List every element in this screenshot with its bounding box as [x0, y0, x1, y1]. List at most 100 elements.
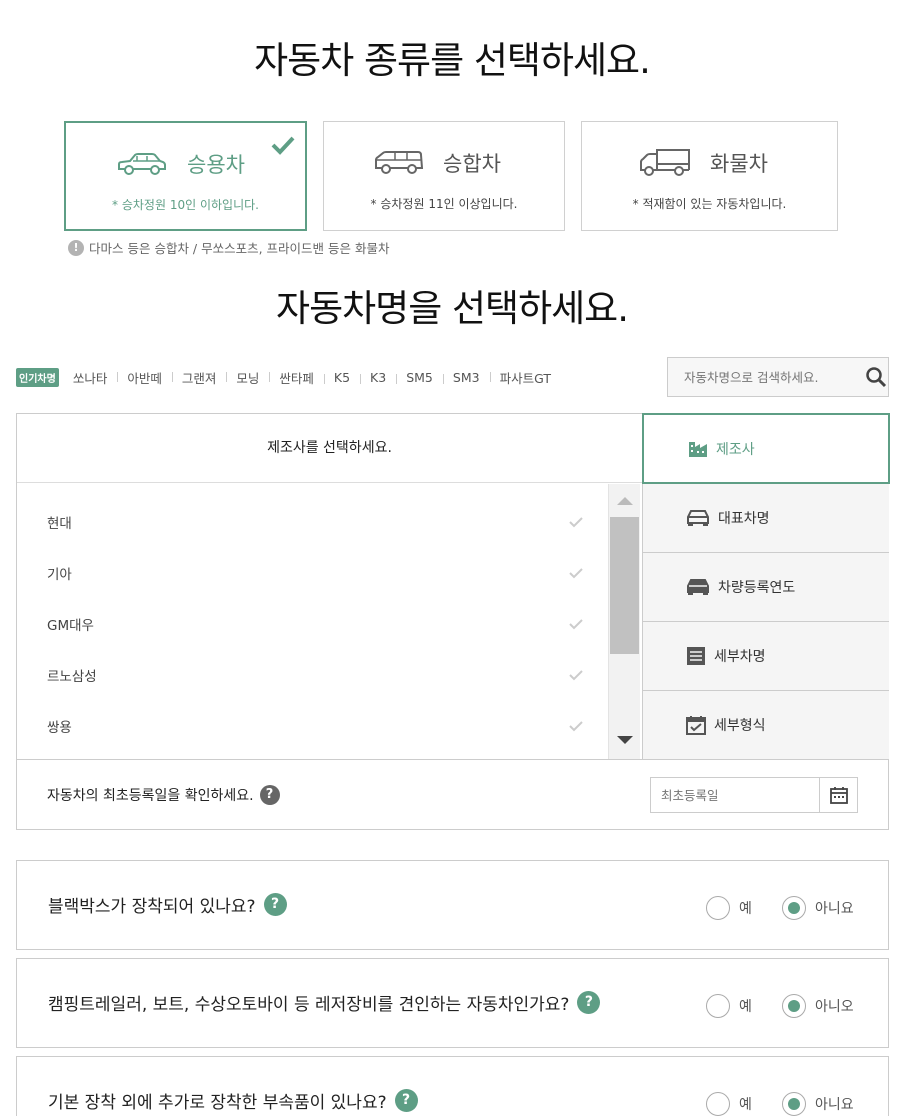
- scroll-down-icon[interactable]: [617, 735, 633, 745]
- help-icon[interactable]: ?: [394, 1089, 418, 1112]
- answer-no[interactable]: 아니요: [782, 896, 854, 920]
- popular-car-link[interactable]: 아반떼: [117, 368, 172, 387]
- vehicle-type-desc: * 적재함이 있는 자동차입니다.: [632, 197, 787, 211]
- vehicle-type-desc: * 승차정원 10인 이하입니다.: [112, 198, 259, 212]
- answer-no-label: 아니오: [815, 999, 854, 1015]
- tab-representative-name[interactable]: 대표차명: [643, 484, 889, 553]
- tab-detail-type[interactable]: 세부형식: [643, 691, 889, 760]
- answer-yes[interactable]: 예: [706, 896, 752, 920]
- building-icon: [689, 441, 707, 457]
- question-text: 기본 장착 외에 추가로 장착한 부속품이 있나요? ?: [48, 1088, 418, 1113]
- popular-car-link[interactable]: SM3: [442, 370, 490, 385]
- tab-maker[interactable]: 제조사: [642, 413, 890, 484]
- car-icon: [687, 510, 709, 526]
- car-name-title: 자동차명을 선택하세요.: [276, 287, 629, 330]
- maker-item[interactable]: 르노삼성: [47, 649, 583, 700]
- answer-no-label: 아니요: [815, 1097, 854, 1113]
- truck-icon: [640, 149, 690, 176]
- type-notice-text: 다마스 등은 승합차 / 무쏘스포츠, 프라이드밴 등은 화물차: [89, 241, 390, 256]
- answer-no[interactable]: 아니요: [782, 1092, 854, 1116]
- popular-badge: 인기차명: [16, 368, 59, 387]
- first-registration-row: 자동차의 최초등록일을 확인하세요. ?: [17, 759, 888, 829]
- vehicle-type-card-van[interactable]: 승합차 * 승차정원 11인 이상입니다.: [323, 121, 565, 231]
- scroll-thumb[interactable]: [610, 517, 639, 654]
- question-label: 블랙박스가 장착되어 있나요?: [48, 897, 256, 917]
- popular-car-names: 인기차명 쏘나타 아반떼 그랜져 모닝 싼타페 K5 K3 SM5 SM3 파사…: [16, 368, 561, 387]
- radio-yes[interactable]: [706, 896, 730, 920]
- van-icon: [375, 151, 424, 174]
- radio-yes[interactable]: [706, 1092, 730, 1116]
- check-icon: [569, 516, 583, 527]
- car-search-box: [667, 357, 889, 397]
- popular-car-link[interactable]: 그랜져: [171, 368, 227, 387]
- popular-car-link[interactable]: 쏘나타: [73, 368, 118, 387]
- answer-no[interactable]: 아니오: [782, 994, 854, 1018]
- popular-car-link[interactable]: K3: [360, 370, 396, 385]
- question-blackbox: 블랙박스가 장착되어 있나요? ? 예 아니요: [16, 860, 889, 950]
- maker-list-scrollbar[interactable]: [608, 484, 640, 759]
- maker-item[interactable]: 쌍용: [47, 700, 583, 751]
- maker-name: 현대: [47, 515, 72, 532]
- maker-name: 기아: [47, 566, 72, 583]
- search-icon[interactable]: [865, 366, 887, 388]
- help-icon[interactable]: ?: [263, 893, 287, 916]
- scroll-up-icon[interactable]: [617, 496, 633, 506]
- radio-no[interactable]: [782, 1092, 806, 1116]
- first-registration-input[interactable]: [651, 778, 819, 812]
- vehicle-type-name: 화물차: [710, 152, 768, 176]
- maker-name: 르노삼성: [47, 668, 97, 685]
- help-icon[interactable]: ?: [577, 991, 601, 1014]
- maker-item[interactable]: 현대: [47, 496, 583, 547]
- tab-label: 차량등록연도: [718, 580, 796, 596]
- question-text: 블랙박스가 장착되어 있나요? ?: [48, 892, 287, 917]
- answer-yes-label: 예: [739, 1097, 752, 1113]
- check-icon: [569, 720, 583, 731]
- check-icon: [569, 567, 583, 578]
- radio-yes[interactable]: [706, 994, 730, 1018]
- popular-car-link[interactable]: 파사트GT: [489, 368, 561, 387]
- tab-detail-name[interactable]: 세부차명: [643, 622, 889, 691]
- maker-list: 현대 기아 GM대우 르노삼성 쌍용: [17, 484, 607, 759]
- tab-registration-year[interactable]: 차량등록연도: [643, 553, 889, 622]
- tab-label: 세부차명: [714, 649, 766, 665]
- exclamation-icon: !: [68, 239, 84, 256]
- popular-car-link[interactable]: 모닝: [226, 368, 269, 387]
- answer-yes[interactable]: 예: [706, 1092, 752, 1116]
- maker-name: 쌍용: [47, 719, 72, 736]
- question-towing: 캠핑트레일러, 보트, 수상오토바이 등 레저장비를 견인하는 자동차인가요? …: [16, 958, 889, 1048]
- selection-steps: 제조사 대표차명 차량등록연도 세부차명 세부형식: [642, 413, 890, 760]
- popular-car-link[interactable]: SM5: [396, 370, 443, 385]
- vehicle-type-name: 승합차: [443, 152, 501, 176]
- list-icon: [687, 647, 705, 665]
- popular-car-link[interactable]: 싼타페: [269, 368, 324, 387]
- check-icon: [569, 618, 583, 629]
- car-search-input[interactable]: [684, 369, 859, 385]
- answer-no-label: 아니요: [815, 901, 854, 917]
- radio-no[interactable]: [782, 994, 806, 1018]
- question-accessories: 기본 장착 외에 추가로 장착한 부속품이 있나요? ? 예 아니요: [16, 1056, 889, 1116]
- vehicle-type-name: 승용차: [187, 153, 245, 177]
- question-label: 기본 장착 외에 추가로 장착한 부속품이 있나요?: [48, 1093, 387, 1113]
- calendar-button[interactable]: [819, 778, 857, 812]
- radio-no[interactable]: [782, 896, 806, 920]
- first-registration-text: 자동차의 최초등록일을 확인하세요.: [47, 788, 254, 804]
- maker-name: GM대우: [47, 617, 94, 634]
- maker-panel-header: 제조사를 선택하세요.: [17, 414, 642, 483]
- calendar-icon: [829, 787, 848, 804]
- car-selection-panel: 제조사를 선택하세요. 현대 기아 GM대우 르노삼성 쌍용 제조사 대표차명 …: [16, 413, 890, 830]
- check-icon: [271, 136, 295, 155]
- question-text: 캠핑트레일러, 보트, 수상오토바이 등 레저장비를 견인하는 자동차인가요? …: [48, 990, 601, 1015]
- vehicle-type-card-sedan[interactable]: 승용차 * 승차정원 10인 이하입니다.: [64, 121, 307, 231]
- maker-item[interactable]: GM대우: [47, 598, 583, 649]
- calendar-check-icon: [686, 716, 706, 735]
- answer-yes-label: 예: [739, 999, 752, 1015]
- maker-item[interactable]: 기아: [47, 547, 583, 598]
- answer-yes-label: 예: [739, 901, 752, 917]
- type-notice: ! 다마스 등은 승합차 / 무쏘스포츠, 프라이드밴 등은 화물차: [68, 238, 390, 257]
- answer-yes[interactable]: 예: [706, 994, 752, 1018]
- help-icon[interactable]: ?: [259, 785, 280, 805]
- popular-car-link[interactable]: K5: [323, 370, 360, 385]
- vehicle-type-title: 자동차 종류를 선택하세요.: [254, 39, 651, 82]
- vehicle-type-card-truck[interactable]: 화물차 * 적재함이 있는 자동차입니다.: [581, 121, 838, 231]
- first-registration-date: [650, 777, 858, 813]
